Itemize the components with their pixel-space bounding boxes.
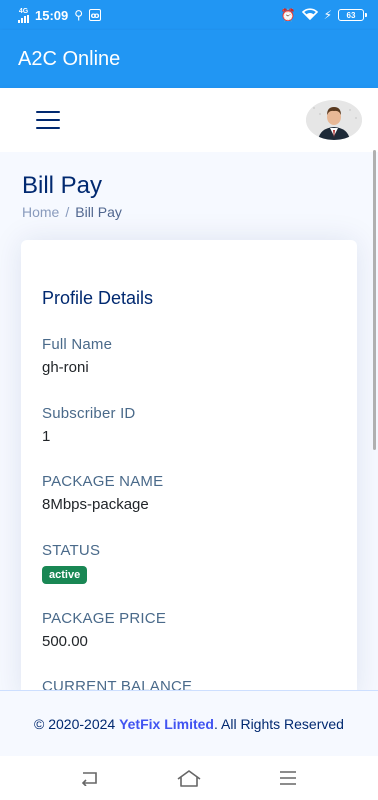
alarm-icon: ⏰	[280, 8, 296, 22]
site-header	[0, 88, 378, 152]
profile-card: Profile Details Full Name gh-roni Subscr…	[21, 240, 357, 690]
subscriber-id-field: Subscriber ID 1	[42, 405, 135, 445]
full-name-field: Full Name gh-roni	[42, 336, 112, 376]
status-bar-left: 4G 15:09 ⚲ ꝏ	[18, 7, 102, 23]
wifi-icon	[301, 7, 318, 23]
status-field: STATUS active	[42, 542, 100, 584]
recents-icon[interactable]	[273, 766, 303, 790]
breadcrumb-separator: /	[65, 204, 70, 220]
package-price-field: PACKAGE PRICE 500.00	[42, 610, 166, 650]
site-footer: © 2020-2024 YetFix Limited . All Rights …	[0, 690, 378, 756]
network-type: 4G	[18, 7, 29, 15]
page-scrollbar[interactable]	[373, 150, 376, 450]
hamburger-menu-icon[interactable]	[36, 111, 60, 129]
current-balance-field: CURRENT BALANCE	[42, 678, 192, 690]
current-balance-label: CURRENT BALANCE	[42, 678, 193, 690]
app-bar: A2C Online	[0, 30, 378, 88]
package-price-value: 500.00	[42, 633, 88, 650]
app-title: A2C Online	[18, 47, 121, 70]
battery-icon: 63	[338, 9, 367, 21]
profile-card-title: Profile Details	[42, 288, 154, 308]
status-badge: active	[42, 566, 88, 584]
page-title: Bill Pay	[22, 172, 103, 199]
vpn-icon: ꝏ	[89, 9, 102, 21]
home-icon[interactable]	[174, 766, 204, 790]
package-name-field: PACKAGE NAME 8Mbps-package	[42, 473, 163, 513]
network-indicator: 4G	[18, 8, 29, 23]
subscriber-id-value: 1	[42, 428, 51, 445]
subscriber-id-label: Subscriber ID	[42, 405, 136, 422]
footer-suffix: . All Rights Reserved	[214, 715, 344, 732]
package-name-value: 8Mbps-package	[42, 496, 149, 513]
clock: 15:09	[35, 7, 69, 23]
status-bar-right: ⏰ ⚡ 63	[280, 7, 367, 23]
full-name-label: Full Name	[42, 336, 113, 353]
battery-level: 63	[346, 10, 356, 20]
usb-icon: ⚲	[74, 8, 84, 22]
breadcrumb-home[interactable]: Home	[22, 204, 59, 220]
status-bar: 4G 15:09 ⚲ ꝏ ⏰ ⚡ 63	[0, 0, 378, 30]
footer-prefix: © 2020-2024	[34, 715, 120, 732]
breadcrumb-current: Bill Pay	[75, 204, 122, 220]
system-nav-bar	[0, 756, 378, 800]
breadcrumb: Home / Bill Pay	[22, 204, 122, 220]
back-icon[interactable]	[75, 766, 105, 790]
full-name-value: gh-roni	[42, 359, 89, 376]
main-content: Bill Pay Home / Bill Pay Profile Details…	[0, 152, 378, 690]
package-price-label: PACKAGE PRICE	[42, 610, 167, 627]
status-label: STATUS	[42, 542, 101, 559]
footer-brand-link[interactable]: YetFix Limited	[119, 716, 214, 732]
user-avatar[interactable]	[306, 100, 362, 140]
package-name-label: PACKAGE NAME	[42, 473, 164, 490]
charging-icon: ⚡	[323, 8, 332, 22]
signal-icon	[18, 14, 29, 23]
